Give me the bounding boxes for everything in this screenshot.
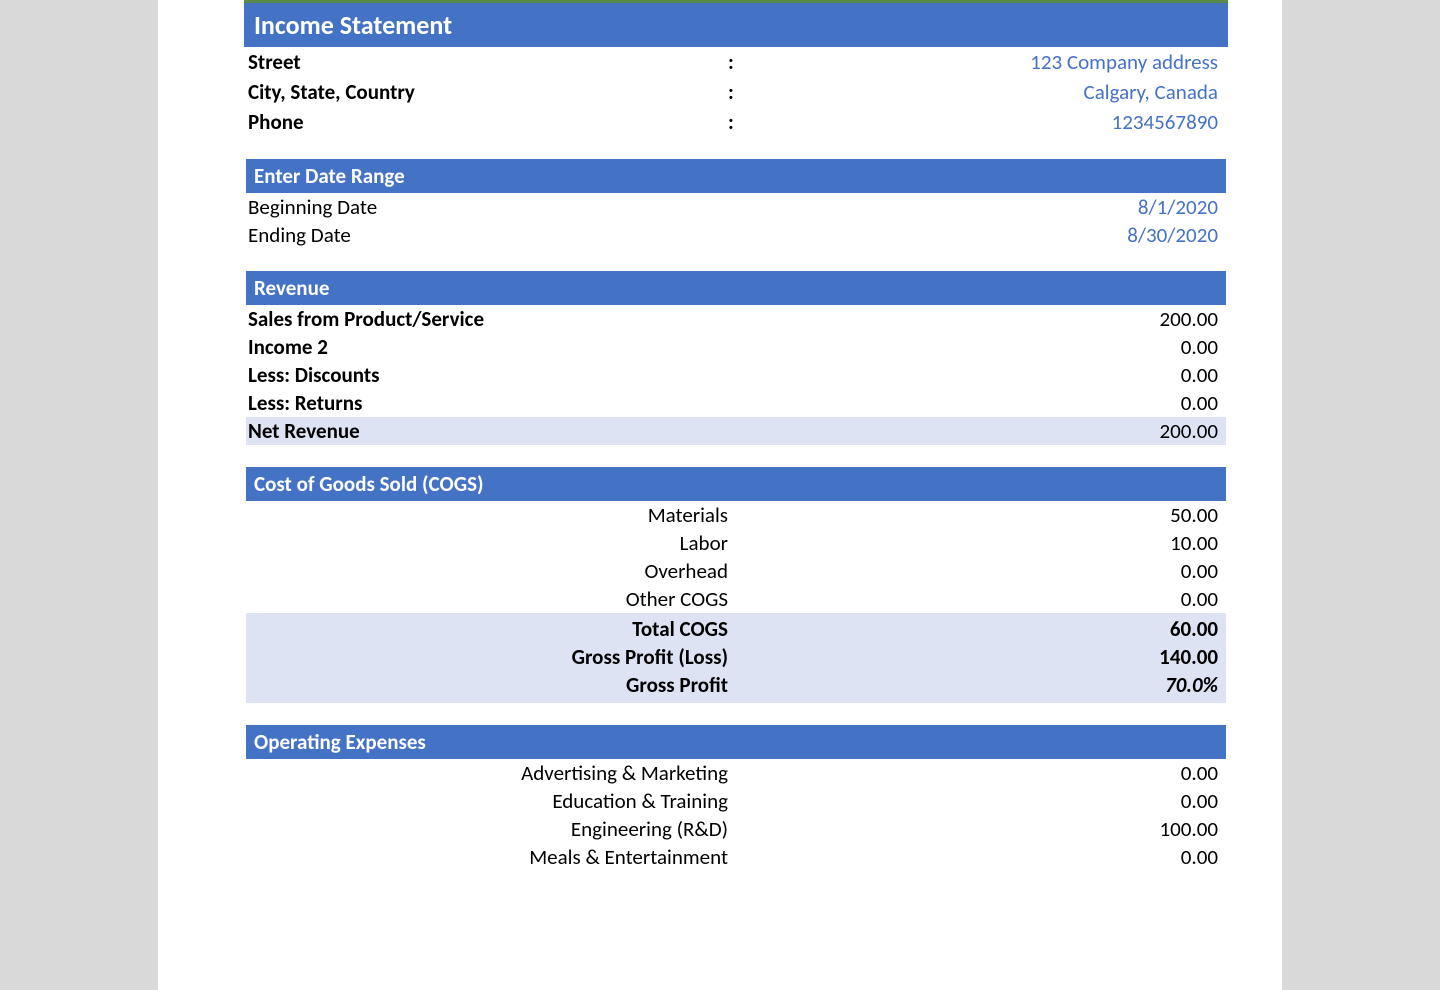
opex-label: Engineering (R&D) bbox=[248, 816, 728, 842]
total-cogs-value: 60.00 bbox=[728, 616, 1218, 642]
phone-value: 1234567890 bbox=[748, 109, 1226, 135]
cogs-value: 50.00 bbox=[728, 502, 1218, 528]
document-page: Income Statement Street : 123 Company ad… bbox=[158, 0, 1282, 990]
revenue-value: 0.00 bbox=[728, 334, 1218, 360]
cogs-label: Overhead bbox=[248, 558, 728, 584]
cogs-header: Cost of Goods Sold (COGS) bbox=[246, 467, 1226, 501]
gross-profit-loss-label: Gross Profit (Loss) bbox=[248, 644, 728, 670]
net-revenue-label: Net Revenue bbox=[248, 418, 728, 444]
cogs-value: 10.00 bbox=[728, 530, 1218, 556]
cogs-label: Materials bbox=[248, 502, 728, 528]
opex-header: Operating Expenses bbox=[246, 725, 1226, 759]
cogs-label: Labor bbox=[248, 530, 728, 556]
company-street-row: Street : 123 Company address bbox=[246, 47, 1226, 77]
cogs-label: Other COGS bbox=[248, 586, 728, 612]
total-cogs-row: Total COGS 60.00 bbox=[248, 615, 1218, 643]
cogs-row: Labor 10.00 bbox=[246, 529, 1226, 557]
colon: : bbox=[728, 49, 748, 75]
content-area: Income Statement Street : 123 Company ad… bbox=[158, 0, 1282, 871]
phone-label: Phone bbox=[248, 109, 728, 135]
city-label: City, State, Country bbox=[248, 79, 728, 105]
street-value: 123 Company address bbox=[748, 49, 1226, 75]
opex-value: 0.00 bbox=[728, 760, 1218, 786]
opex-row: Advertising & Marketing 0.00 bbox=[246, 759, 1226, 787]
gross-profit-value: 70.0% bbox=[728, 672, 1218, 698]
cogs-value: 0.00 bbox=[728, 586, 1218, 612]
cogs-summary: Total COGS 60.00 Gross Profit (Loss) 140… bbox=[246, 613, 1226, 703]
revenue-label: Less: Returns bbox=[248, 390, 728, 416]
opex-label: Advertising & Marketing bbox=[248, 760, 728, 786]
revenue-label: Less: Discounts bbox=[248, 362, 728, 388]
gross-profit-loss-value: 140.00 bbox=[728, 644, 1218, 670]
revenue-value: 0.00 bbox=[728, 362, 1218, 388]
opex-value: 0.00 bbox=[728, 844, 1218, 870]
beginning-date-row: Beginning Date 8/1/2020 bbox=[246, 193, 1226, 221]
ending-date-row: Ending Date 8/30/2020 bbox=[246, 221, 1226, 249]
revenue-header: Revenue bbox=[246, 271, 1226, 305]
colon: : bbox=[728, 79, 748, 105]
cogs-row: Materials 50.00 bbox=[246, 501, 1226, 529]
company-city-row: City, State, Country : Calgary, Canada bbox=[246, 77, 1226, 107]
date-range-header: Enter Date Range bbox=[246, 159, 1226, 193]
document-title: Income Statement bbox=[244, 0, 1228, 47]
revenue-row: Less: Returns 0.00 bbox=[246, 389, 1226, 417]
opex-row: Meals & Entertainment 0.00 bbox=[246, 843, 1226, 871]
revenue-label: Income 2 bbox=[248, 334, 728, 360]
gross-profit-label: Gross Profit bbox=[248, 672, 728, 698]
gross-profit-row: Gross Profit 70.0% bbox=[248, 671, 1218, 699]
beginning-date-label: Beginning Date bbox=[248, 194, 728, 220]
ending-date-value: 8/30/2020 bbox=[728, 222, 1218, 248]
revenue-label: Sales from Product/Service bbox=[248, 306, 728, 332]
cogs-row: Other COGS 0.00 bbox=[246, 585, 1226, 613]
opex-row: Engineering (R&D) 100.00 bbox=[246, 815, 1226, 843]
company-phone-row: Phone : 1234567890 bbox=[246, 107, 1226, 137]
net-revenue-row: Net Revenue 200.00 bbox=[246, 417, 1226, 445]
gross-profit-loss-row: Gross Profit (Loss) 140.00 bbox=[248, 643, 1218, 671]
ending-date-label: Ending Date bbox=[248, 222, 728, 248]
opex-row: Education & Training 0.00 bbox=[246, 787, 1226, 815]
net-revenue-value: 200.00 bbox=[728, 418, 1218, 444]
revenue-value: 0.00 bbox=[728, 390, 1218, 416]
total-cogs-label: Total COGS bbox=[248, 616, 728, 642]
colon: : bbox=[728, 109, 748, 135]
opex-value: 100.00 bbox=[728, 816, 1218, 842]
opex-label: Education & Training bbox=[248, 788, 728, 814]
cogs-value: 0.00 bbox=[728, 558, 1218, 584]
beginning-date-value: 8/1/2020 bbox=[728, 194, 1218, 220]
revenue-row: Less: Discounts 0.00 bbox=[246, 361, 1226, 389]
revenue-row: Income 2 0.00 bbox=[246, 333, 1226, 361]
opex-value: 0.00 bbox=[728, 788, 1218, 814]
cogs-row: Overhead 0.00 bbox=[246, 557, 1226, 585]
city-value: Calgary, Canada bbox=[748, 79, 1226, 105]
opex-label: Meals & Entertainment bbox=[248, 844, 728, 870]
revenue-row: Sales from Product/Service 200.00 bbox=[246, 305, 1226, 333]
street-label: Street bbox=[248, 49, 728, 75]
revenue-value: 200.00 bbox=[728, 306, 1218, 332]
